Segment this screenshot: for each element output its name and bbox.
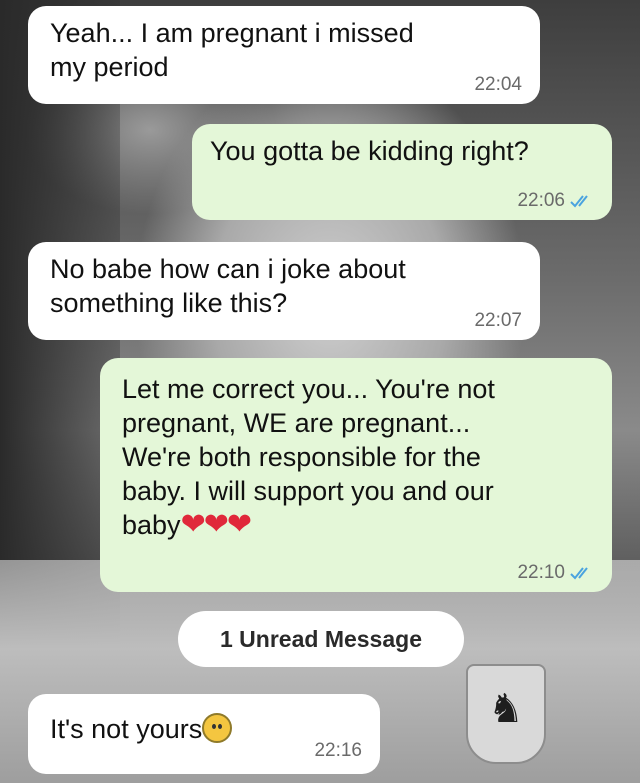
message-text: my period (50, 52, 169, 82)
unread-label: 1 Unread Message (220, 625, 422, 652)
message-outgoing[interactable]: You gotta be kidding right? 22:06 (192, 124, 612, 220)
message-time: 22:07 (474, 310, 522, 331)
message-incoming[interactable]: Yeah... I am pregnant i missed my period… (28, 6, 540, 104)
unread-messages-divider: 1 Unread Message (178, 611, 464, 667)
message-text: Let me correct you... You're not (122, 374, 495, 404)
message-incoming[interactable]: No babe how can i joke about something l… (28, 242, 540, 340)
heart-emoji-icon: ❤❤❤ (180, 507, 252, 542)
message-text: Yeah... I am pregnant i missed (50, 18, 414, 48)
message-time: 22:06 (517, 190, 594, 212)
woman-gesturing-emoji-icon (202, 713, 233, 743)
message-text: We're both responsible for the (122, 442, 481, 472)
message-text: No babe how can i joke about (50, 254, 406, 284)
message-text: something like this? (50, 288, 288, 318)
message-outgoing[interactable]: Let me correct you... You're not pregnan… (100, 358, 612, 592)
message-text: baby❤❤❤ (122, 507, 252, 542)
double-check-icon (570, 195, 588, 208)
message-time: 22:10 (517, 562, 594, 584)
shirt-badge: ♞ (466, 664, 546, 764)
prancing-horse-icon: ♞ (488, 686, 524, 732)
double-check-icon (570, 567, 588, 580)
message-incoming[interactable]: It's not yours 22:16 (28, 694, 380, 774)
message-text: pregnant, WE are pregnant... (122, 408, 471, 438)
message-text: You gotta be kidding right? (210, 136, 529, 166)
message-time: 22:16 (314, 740, 362, 761)
message-text: baby. I will support you and our (122, 476, 494, 506)
message-time: 22:04 (474, 74, 522, 95)
